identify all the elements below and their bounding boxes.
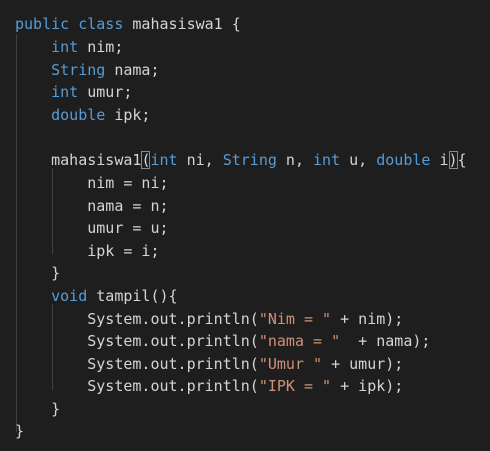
code-line[interactable]: String nama; bbox=[15, 59, 159, 81]
code-line[interactable]: double ipk; bbox=[15, 104, 150, 126]
code-line[interactable]: int umur; bbox=[15, 81, 132, 103]
code-line[interactable]: void tampil(){ bbox=[15, 285, 177, 307]
code-line[interactable]: } bbox=[15, 262, 60, 284]
code-line[interactable]: } bbox=[15, 398, 60, 420]
code-line[interactable]: nim = ni; bbox=[15, 172, 168, 194]
code-line[interactable]: mahasiswa1(int ni, String n, int u, doub… bbox=[15, 149, 467, 171]
code-line[interactable]: System.out.println("IPK = " + ipk); bbox=[15, 375, 403, 397]
code-line[interactable]: ipk = i; bbox=[15, 240, 159, 262]
code-line[interactable]: } bbox=[15, 420, 24, 442]
code-editor[interactable]: public class mahasiswa1 { int nim; Strin… bbox=[0, 0, 490, 451]
code-line[interactable]: public class mahasiswa1 { bbox=[15, 13, 241, 35]
code-line[interactable]: System.out.println("Umur " + umur); bbox=[15, 353, 403, 375]
code-line[interactable]: System.out.println("nama = " + nama); bbox=[15, 330, 430, 352]
code-line[interactable]: int nim; bbox=[15, 36, 123, 58]
code-line[interactable]: System.out.println("Nim = " + nim); bbox=[15, 308, 403, 330]
code-line[interactable]: nama = n; bbox=[15, 195, 168, 217]
code-line[interactable]: umur = u; bbox=[15, 217, 168, 239]
